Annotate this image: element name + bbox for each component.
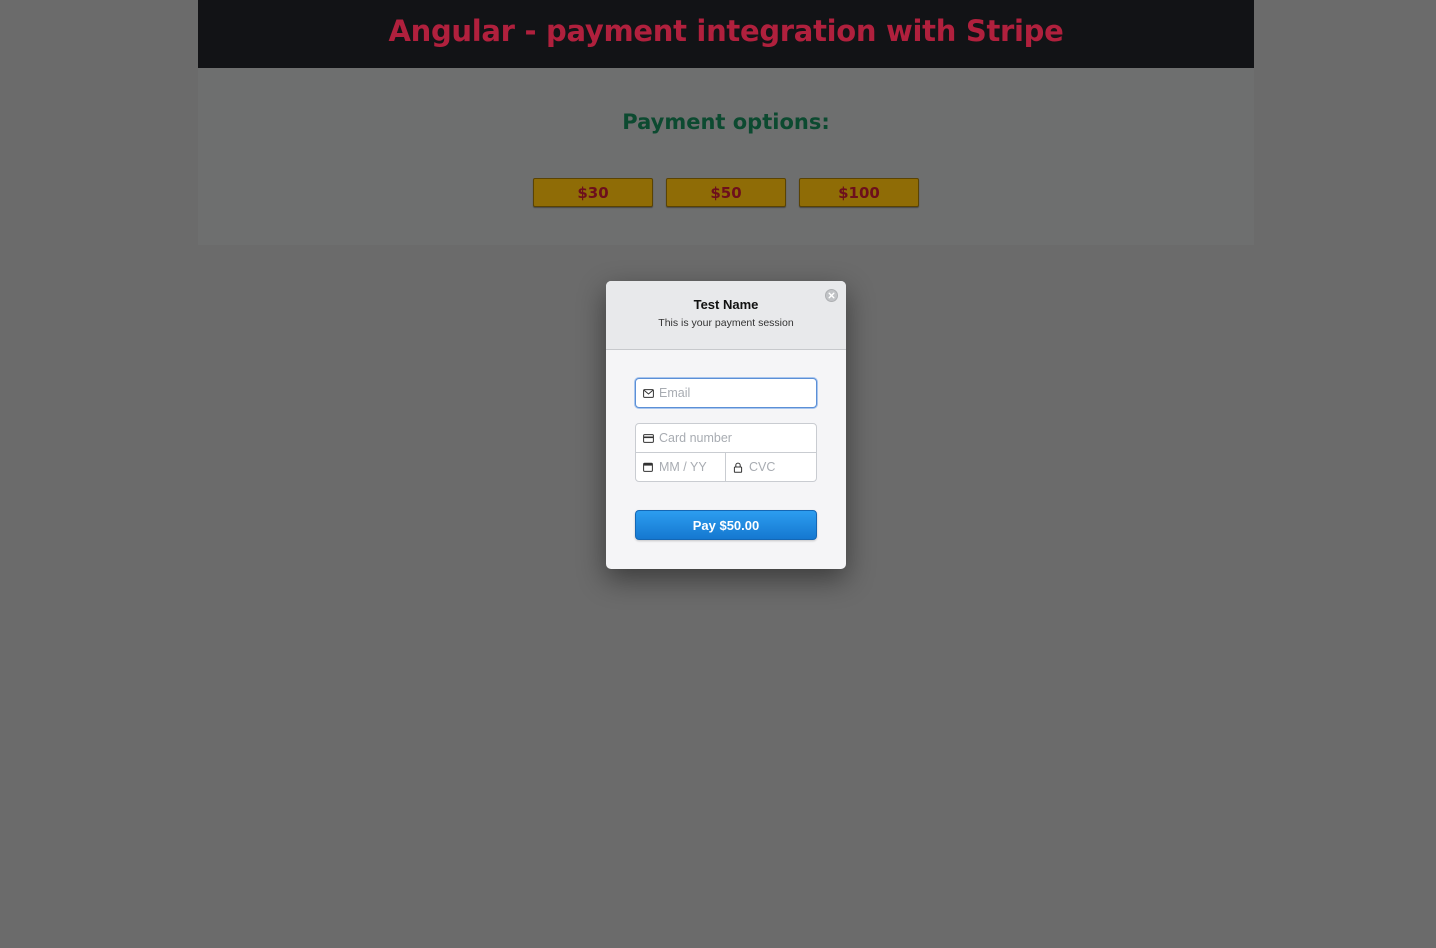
credit-card-icon bbox=[642, 432, 654, 444]
expiry-field[interactable] bbox=[635, 452, 726, 482]
checkout-subtitle: This is your payment session bbox=[658, 317, 794, 329]
checkout-body: Pay $50.00 bbox=[606, 350, 846, 569]
pay-button[interactable]: Pay $50.00 bbox=[635, 510, 817, 540]
cvc-field[interactable] bbox=[726, 452, 817, 482]
app-header: Angular - payment integration with Strip… bbox=[198, 0, 1254, 68]
lock-icon bbox=[732, 461, 744, 473]
expiry-cvc-row bbox=[635, 452, 817, 482]
calendar-icon bbox=[642, 461, 654, 473]
amount-50-button[interactable]: $50 bbox=[666, 178, 786, 207]
cvc-input[interactable] bbox=[749, 460, 816, 474]
email-input[interactable] bbox=[659, 386, 816, 400]
payment-options-panel: Payment options: $30 $50 $100 bbox=[198, 68, 1254, 245]
checkout-title: Test Name bbox=[693, 297, 759, 312]
stripe-checkout-modal: Test Name This is your payment session E… bbox=[606, 281, 846, 569]
amount-button-row: $30 $50 $100 bbox=[533, 178, 919, 207]
expiry-input[interactable] bbox=[659, 460, 725, 474]
checkout-header: Test Name This is your payment session bbox=[606, 281, 846, 350]
amount-100-button[interactable]: $100 bbox=[799, 178, 919, 207]
page-title: Angular - payment integration with Strip… bbox=[388, 14, 1064, 48]
card-number-input[interactable] bbox=[659, 431, 816, 445]
close-icon[interactable] bbox=[825, 289, 838, 302]
page: Angular - payment integration with Strip… bbox=[0, 0, 1436, 948]
amount-30-button[interactable]: $30 bbox=[533, 178, 653, 207]
email-field[interactable] bbox=[635, 378, 817, 408]
payment-options-heading: Payment options: bbox=[622, 110, 830, 134]
envelope-icon bbox=[642, 387, 654, 399]
card-number-field[interactable] bbox=[635, 423, 817, 453]
